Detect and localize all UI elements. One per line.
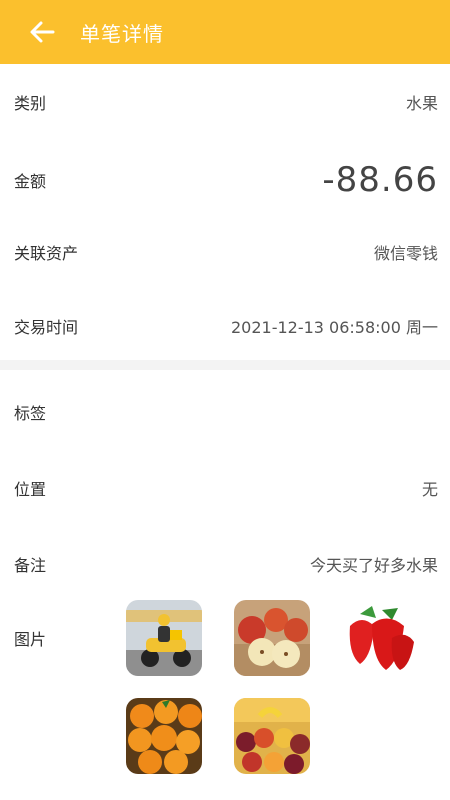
time-value: 2021-12-13 06:58:00 周一 <box>230 318 438 337</box>
category-label: 类别 <box>14 94 47 113</box>
location-value: 无 <box>421 480 438 499</box>
apples-photo[interactable] <box>234 600 310 676</box>
amount-row: 金额 -88.66 <box>0 152 450 208</box>
tags-label: 标签 <box>14 404 47 423</box>
app-header: 单笔详情 <box>0 0 450 64</box>
delivery-photo[interactable] <box>126 600 202 676</box>
amount-value: -88.66 <box>322 160 438 200</box>
time-row: 交易时间 2021-12-13 06:58:00 周一 <box>0 304 450 348</box>
images-row: 图片 <box>0 616 120 660</box>
category-value: 水果 <box>405 94 438 113</box>
note-value: 今天买了好多水果 <box>309 556 438 575</box>
location-label: 位置 <box>14 480 47 499</box>
oranges-photo[interactable] <box>126 698 202 774</box>
amount-label: 金额 <box>14 172 47 191</box>
section-divider <box>0 360 450 370</box>
page-title: 单笔详情 <box>80 21 164 46</box>
arrow-left-icon <box>30 21 55 43</box>
note-row: 备注 今天买了好多水果 <box>0 542 450 586</box>
account-label: 关联资产 <box>14 244 79 263</box>
images-label: 图片 <box>14 630 47 649</box>
note-label: 备注 <box>14 556 47 575</box>
strawberries-photo[interactable] <box>342 600 418 676</box>
back-button[interactable] <box>22 12 62 52</box>
category-row: 类别 水果 <box>0 80 450 124</box>
location-row: 位置 无 <box>0 466 450 510</box>
time-label: 交易时间 <box>14 318 79 337</box>
fruit-market-photo[interactable] <box>234 698 310 774</box>
tags-row[interactable]: 标签 <box>0 390 450 434</box>
account-value: 微信零钱 <box>373 244 438 263</box>
account-row: 关联资产 微信零钱 <box>0 230 450 274</box>
